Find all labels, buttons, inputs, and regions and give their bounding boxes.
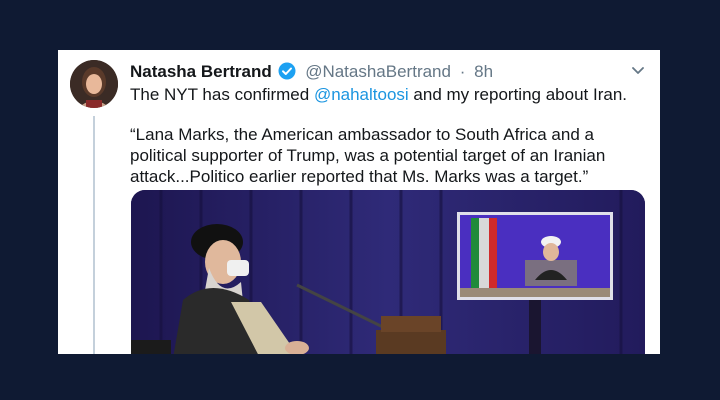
tweet-photo[interactable]	[131, 190, 645, 354]
avatar-image	[70, 60, 118, 108]
photo-image	[131, 190, 645, 354]
verified-badge-icon	[278, 62, 296, 85]
quoted-text: “Lana Marks, the American ambassador to …	[130, 125, 606, 186]
avatar[interactable]	[70, 60, 118, 108]
tweet-text-part: and my reporting about Iran.	[408, 85, 627, 104]
tweet-card[interactable]: Natasha Bertrand @NatashaBertrand · 8h T…	[58, 50, 660, 354]
tweet-header: Natasha Bertrand @NatashaBertrand · 8h	[130, 62, 620, 85]
thread-line	[93, 116, 95, 354]
tweet-timestamp[interactable]: 8h	[474, 62, 493, 81]
author-handle[interactable]: @NatashaBertrand	[305, 62, 451, 81]
tweet-text-part: The NYT has confirmed	[130, 85, 314, 104]
chevron-down-icon[interactable]	[630, 62, 646, 78]
mention-link[interactable]: @nahaltoosi	[314, 85, 409, 104]
tweet-text: The NYT has confirmed @nahaltoosi and my…	[130, 84, 644, 105]
author-name[interactable]: Natasha Bertrand	[130, 62, 272, 81]
separator-dot: ·	[459, 62, 466, 81]
